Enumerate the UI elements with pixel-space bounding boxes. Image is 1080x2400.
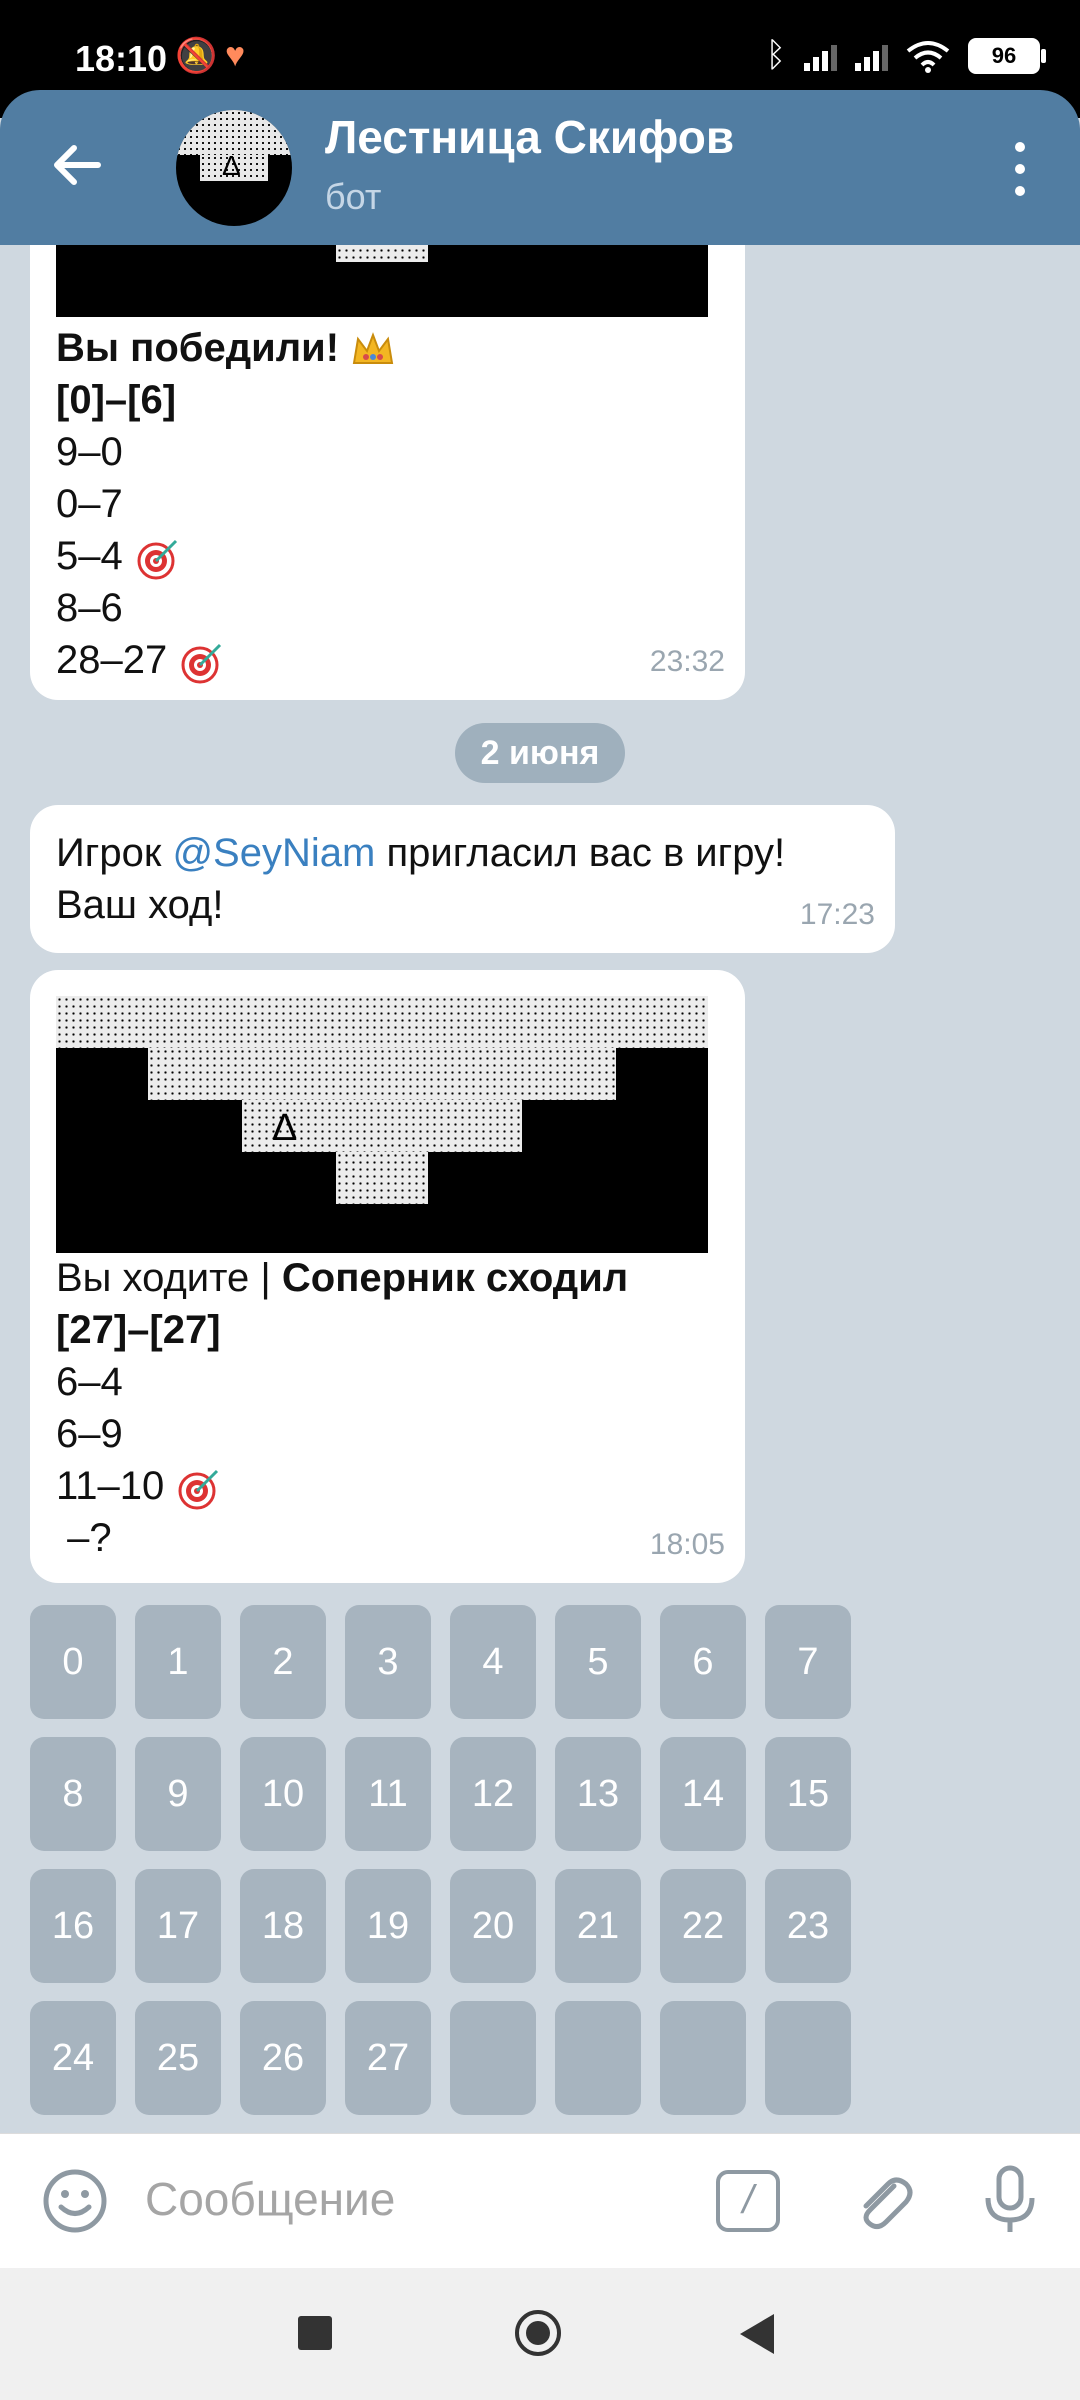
home-icon[interactable] [515,2310,561,2356]
keyboard-button[interactable]: 3 [345,1605,431,1719]
keyboard-button[interactable]: 7 [765,1605,851,1719]
move-line: 11–10 [56,1464,165,1508]
muted-bell-icon: 🔕 [175,37,218,75]
your-turn-text: Ваш ход! [56,883,224,927]
status-time: 18:10 [75,38,168,79]
move-line: 6–9 [56,1412,123,1456]
health-icon: ♥ [225,36,246,74]
keyboard-button[interactable]: 22 [660,1869,746,1983]
date-divider: 2 июня [455,723,625,783]
signal-icon-2 [855,41,888,71]
keyboard-button[interactable]: 15 [765,1737,851,1851]
emoji-icon[interactable] [42,2168,108,2234]
recent-apps-icon[interactable] [298,2316,332,2350]
keyboard-button[interactable] [555,2001,641,2115]
game-board-image[interactable] [56,245,708,317]
system-nav-bar [0,2268,1080,2400]
back-icon[interactable] [740,2314,774,2354]
move-line: 5–4 [56,534,123,578]
bot-command-icon[interactable]: / [716,2170,780,2232]
keyboard-button[interactable]: 14 [660,1737,746,1851]
game-score: [27]–[27] [56,1308,221,1352]
keyboard-button[interactable]: 19 [345,1869,431,1983]
move-line: 8–6 [56,586,123,630]
keyboard-button[interactable]: 10 [240,1737,326,1851]
keyboard-button[interactable]: 12 [450,1737,536,1851]
crown-icon [352,332,394,365]
keyboard-button[interactable]: 4 [450,1605,536,1719]
wifi-icon [906,39,950,73]
keyboard-button[interactable]: 2 [240,1605,326,1719]
status-right: Соперник сходил [281,1256,629,1300]
invite-prefix: Игрок [56,831,173,875]
chat-header: Δ Лестница Скифов бот [0,90,1080,245]
bot-keyboard: 0 1 2 3 4 5 6 7 8 9 10 11 12 13 14 15 16 17 18 19 20 21 22 23 24… [30,1605,860,2125]
invite-suffix: пригласил вас в игру! [375,831,786,875]
keyboard-button[interactable]: 8 [30,1737,116,1851]
message-time: 17:23 [799,898,875,931]
message-time: 23:32 [649,645,725,678]
keyboard-button[interactable] [450,2001,536,2115]
more-menu-icon[interactable] [1012,142,1028,196]
keyboard-button[interactable]: 17 [135,1869,221,1983]
move-line: 9–0 [56,430,123,474]
target-icon [137,540,177,580]
move-line: 0–7 [56,482,123,526]
keyboard-button[interactable]: 6 [660,1605,746,1719]
message-input-bar: Сообщение / [0,2133,1080,2269]
move-line: 28–27 [56,638,168,682]
keyboard-button[interactable]: 23 [765,1869,851,1983]
target-icon [181,644,222,684]
keyboard-button[interactable]: 11 [345,1737,431,1851]
microphone-icon[interactable] [980,2164,1040,2236]
chat-subtitle: бот [325,176,382,217]
keyboard-button[interactable]: 0 [30,1605,116,1719]
keyboard-button[interactable]: 1 [135,1605,221,1719]
back-arrow-icon[interactable] [50,138,104,192]
status-left: Вы ходите | [56,1256,282,1300]
keyboard-button[interactable] [765,2001,851,2115]
battery-icon: 96 [968,37,1046,74]
keyboard-button[interactable]: 16 [30,1869,116,1983]
attach-icon[interactable] [850,2168,916,2234]
avatar-marker: Δ [222,150,241,181]
message-time: 18:05 [649,1528,725,1561]
keyboard-button[interactable]: 18 [240,1869,326,1983]
game-board-image[interactable]: Δ [56,996,708,1253]
move-line: 6–4 [56,1360,123,1404]
keyboard-button[interactable]: 5 [555,1605,641,1719]
move-line: –? [56,1516,112,1560]
result-title: Вы победили! [56,326,340,370]
keyboard-button[interactable]: 21 [555,1869,641,1983]
chat-title[interactable]: Лестница Скифов [325,110,734,164]
keyboard-button[interactable]: 26 [240,2001,326,2115]
result-score: [0]–[6] [56,378,177,422]
target-icon [178,1470,219,1510]
mention-link[interactable]: @SeyNiam [172,831,375,875]
keyboard-button[interactable]: 27 [345,2001,431,2115]
avatar[interactable]: Δ [176,110,292,226]
keyboard-button[interactable]: 9 [135,1737,221,1851]
keyboard-button[interactable]: 24 [30,2001,116,2115]
keyboard-button[interactable]: 25 [135,2001,221,2115]
message-bubble-invite[interactable]: Игрок @SeyNiam пригласил вас в игру! Ваш… [30,805,895,953]
keyboard-button[interactable]: 20 [450,1869,536,1983]
chat-area[interactable]: Вы победили! [0]–[6] 9–0 0–7 5–4 8–6 28–… [0,245,1080,2130]
message-bubble-result[interactable]: Вы победили! [0]–[6] 9–0 0–7 5–4 8–6 28–… [30,245,745,700]
player-marker: Δ [272,1107,298,1149]
keyboard-button[interactable]: 13 [555,1737,641,1851]
message-input[interactable]: Сообщение [145,2172,395,2226]
message-bubble-game[interactable]: Δ Вы ходите | Соперник сходил [27]–[27] … [30,970,745,1583]
keyboard-button[interactable] [660,2001,746,2115]
signal-icon [804,41,837,71]
bluetooth-icon: ᛒ [765,36,786,74]
